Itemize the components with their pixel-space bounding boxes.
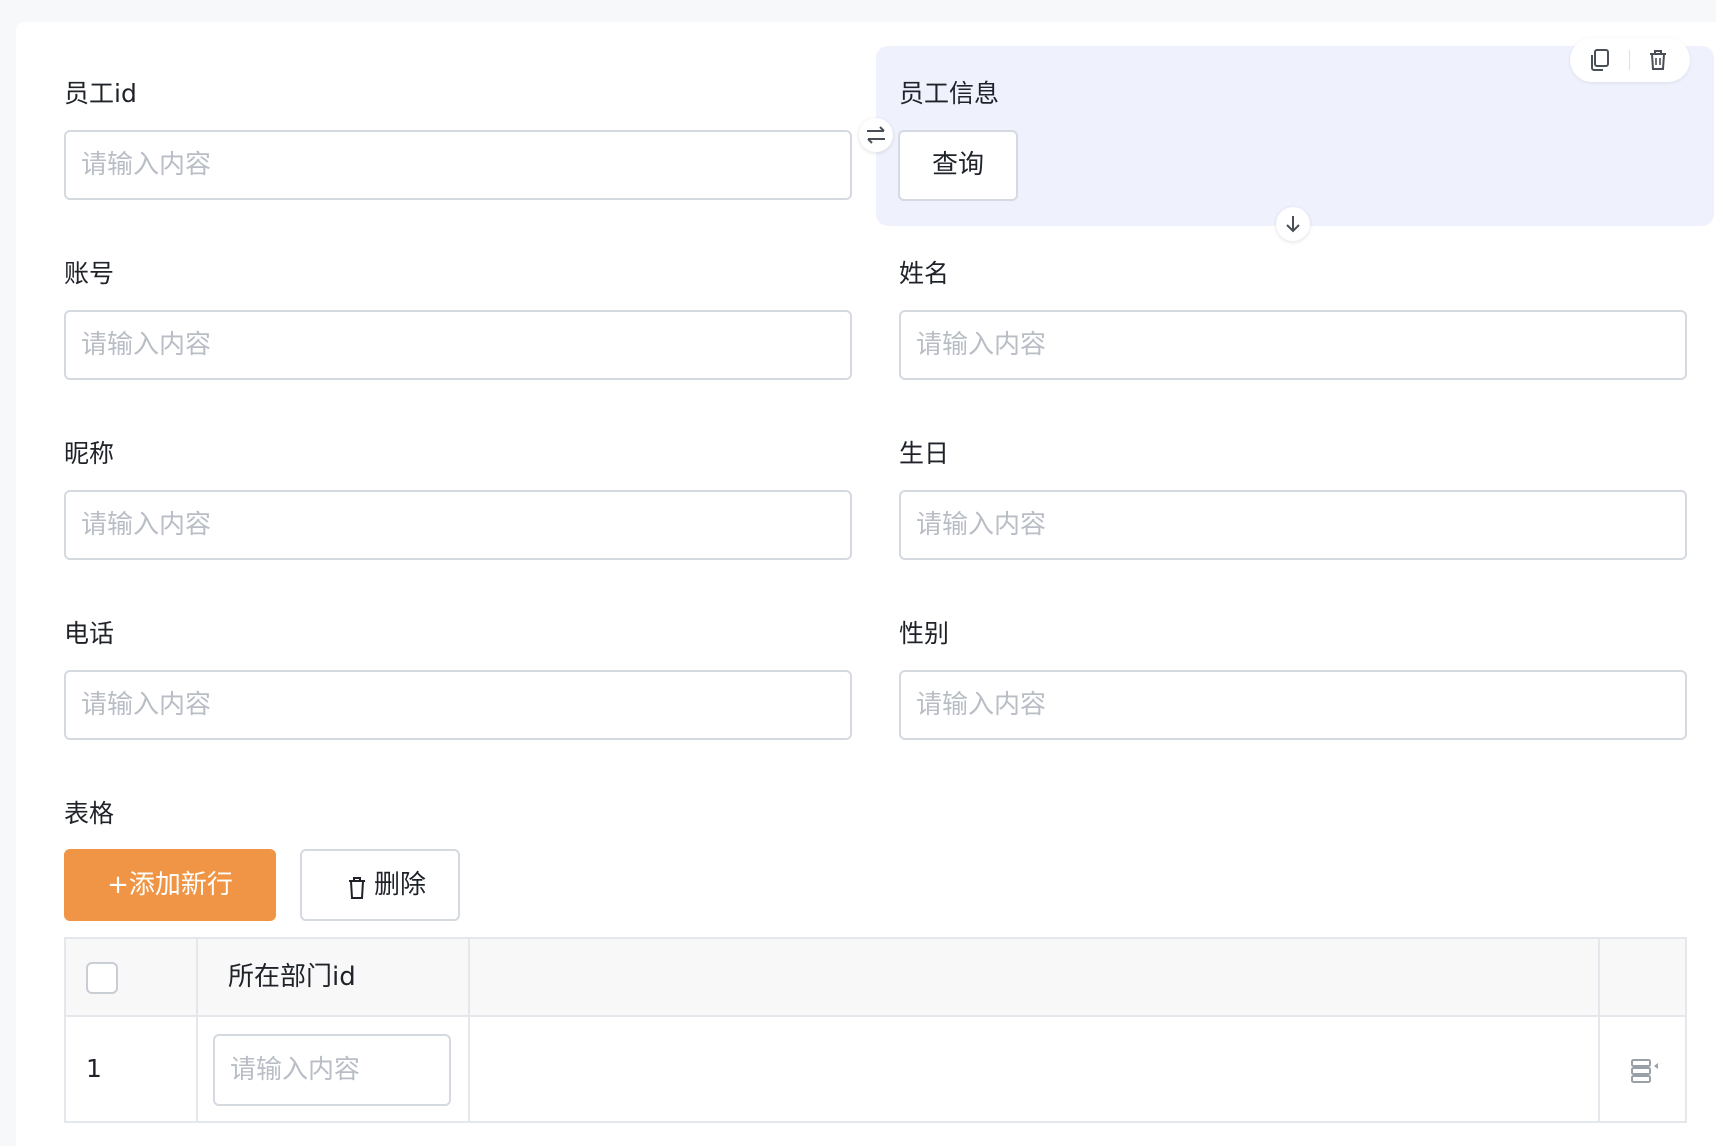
toolbar-divider <box>1629 50 1630 70</box>
label-gender: 性别 <box>899 619 950 648</box>
delete-button[interactable]: 删除 <box>300 849 460 921</box>
trash-icon[interactable] <box>1644 46 1672 74</box>
label-employee-info: 员工信息 <box>899 79 1000 108</box>
column-divider <box>1598 939 1600 1121</box>
gender-input[interactable]: 请输入内容 <box>899 670 1687 740</box>
row-index: 1 <box>86 1054 102 1083</box>
employee-id-input[interactable]: 请输入内容 <box>64 130 852 200</box>
swap-handle[interactable] <box>859 118 893 152</box>
name-input[interactable]: 请输入内容 <box>899 310 1687 380</box>
label-employee-id: 员工id <box>64 79 137 108</box>
phone-input[interactable]: 请输入内容 <box>64 670 852 740</box>
nickname-input[interactable]: 请输入内容 <box>64 490 852 560</box>
label-nickname: 昵称 <box>64 439 115 468</box>
block-toolbar <box>1570 38 1690 82</box>
column-header-department-id: 所在部门id <box>228 962 356 992</box>
column-divider <box>468 939 470 1121</box>
department-id-input[interactable]: 请输入内容 <box>213 1034 451 1106</box>
arrow-down-icon <box>1286 216 1300 233</box>
label-phone: 电话 <box>64 619 115 648</box>
query-button[interactable]: 查询 <box>898 130 1018 201</box>
label-birthday: 生日 <box>899 439 950 468</box>
label-account: 账号 <box>64 259 115 288</box>
column-divider <box>196 939 198 1121</box>
account-input[interactable]: 请输入内容 <box>64 310 852 380</box>
birthday-input[interactable]: 请输入内容 <box>899 490 1687 560</box>
row-action-icon[interactable] <box>1628 1054 1660 1086</box>
select-all-checkbox[interactable] <box>86 962 118 994</box>
move-down-handle[interactable] <box>1276 207 1310 241</box>
swap-icon <box>867 126 885 144</box>
add-row-button[interactable]: +添加新行 <box>64 849 276 921</box>
sub-table: 所在部门id 1 请输入内容 <box>64 937 1687 1123</box>
trash-icon <box>349 877 365 899</box>
copy-icon[interactable] <box>1586 46 1614 74</box>
label-name: 姓名 <box>899 259 950 288</box>
delete-button-label: 删除 <box>374 870 427 900</box>
label-table: 表格 <box>64 799 115 828</box>
